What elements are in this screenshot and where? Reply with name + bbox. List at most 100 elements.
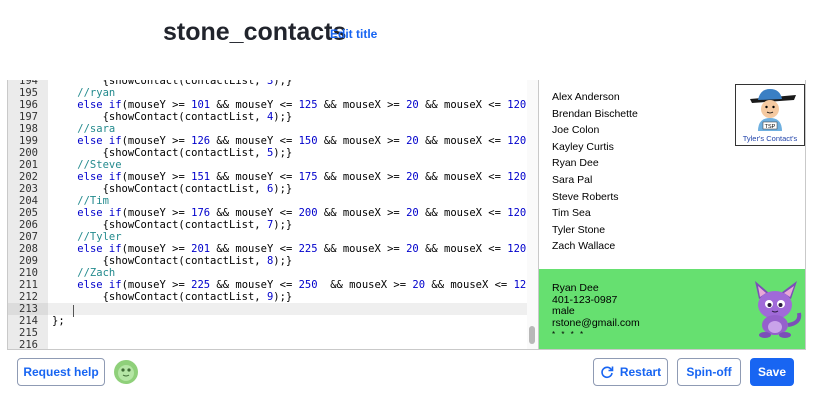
code-line[interactable]: 201 //Steve <box>8 159 528 171</box>
line-number: 200 <box>19 147 38 159</box>
code-line[interactable]: 206 {showContact(contactList, 7);} <box>8 219 528 231</box>
code-line[interactable]: 212 {showContact(contactList, 9);} <box>8 291 528 303</box>
code-text: {showContact(contactList, 4);} <box>52 111 293 123</box>
code-text: //Zach <box>52 267 116 279</box>
line-number: 211 <box>19 279 38 291</box>
line-number: 196 <box>19 99 38 111</box>
restart-button[interactable]: Restart <box>593 358 668 386</box>
contact-detail-text: Ryan Dee 401-123-0987 male rstone@gmail.… <box>552 282 640 341</box>
contact-item[interactable]: Ryan Dee <box>552 155 638 172</box>
code-line[interactable]: 215 <box>8 327 528 339</box>
contact-item[interactable]: Zach Wallace <box>552 238 638 255</box>
editor-scrollbar-thumb[interactable] <box>529 326 535 344</box>
code-line[interactable]: 202 else if(mouseY >= 151 && mouseY <= 1… <box>8 171 533 183</box>
code-line[interactable]: 214}; <box>8 315 528 327</box>
code-line[interactable]: 204 //Tim <box>8 195 528 207</box>
code-text: {showContact(contactList, 3);} <box>52 80 293 87</box>
code-text: //sara <box>52 123 116 135</box>
request-help-button[interactable]: Request help <box>17 358 105 386</box>
code-text: //Tyler <box>52 231 122 243</box>
contact-item[interactable]: Sara Pal <box>552 172 638 189</box>
contact-detail-panel: Ryan Dee 401-123-0987 male rstone@gmail.… <box>539 269 805 349</box>
spin-off-button[interactable]: Spin-off <box>677 358 741 386</box>
code-line[interactable]: 196 else if(mouseY >= 101 && mouseY <= 1… <box>8 99 533 111</box>
line-number: 215 <box>19 327 38 339</box>
contact-item[interactable]: Steve Roberts <box>552 189 638 206</box>
code-line[interactable]: 200 {showContact(contactList, 5);} <box>8 147 528 159</box>
code-text: else if(mouseY >= 176 && mouseY <= 200 &… <box>77 207 532 219</box>
code-text: else if(mouseY >= 225 && mouseY <= 250 &… <box>77 279 538 291</box>
detail-rating-stars: * * * * <box>552 330 586 339</box>
contact-item[interactable]: Joe Colon <box>552 122 638 139</box>
header: stone_contacts Edit title <box>0 0 820 80</box>
code-line[interactable]: 194 {showContact(contactList, 3);} <box>8 80 528 87</box>
line-number: 202 <box>19 171 38 183</box>
code-text: //Tim <box>52 195 109 207</box>
contacts-badge: TSP Tyler's Contact's <box>735 84 805 146</box>
editor-frame: 194 {showContact(contactList, 3);} 195 //… <box>7 80 806 350</box>
line-number: 204 <box>19 195 38 207</box>
code-line[interactable]: 213 <box>8 303 528 315</box>
code-line[interactable]: 197 {showContact(contactList, 4);} <box>8 111 528 123</box>
code-text: {showContact(contactList, 9);} <box>52 291 293 303</box>
purple-creature-icon <box>755 281 802 338</box>
line-number: 210 <box>19 267 38 279</box>
contact-item[interactable]: Tyler Stone <box>552 222 638 239</box>
line-number: 194 <box>19 80 38 87</box>
line-number: 199 <box>19 135 38 147</box>
code-text: else if(mouseY >= 126 && mouseY <= 150 &… <box>77 135 532 147</box>
code-line[interactable]: 216 <box>8 339 528 350</box>
code-line[interactable]: 209 {showContact(contactList, 8);} <box>8 255 528 267</box>
line-number: 205 <box>19 207 38 219</box>
cartoon-avatar-icon: TSP <box>750 89 796 131</box>
code-line[interactable]: 203 {showContact(contactList, 6);} <box>8 183 528 195</box>
line-number: 201 <box>19 159 38 171</box>
line-number: 198 <box>19 123 38 135</box>
restart-icon <box>601 366 614 379</box>
line-number: 209 <box>19 255 38 267</box>
line-number: 206 <box>19 219 38 231</box>
line-number: 195 <box>19 87 38 99</box>
line-number: 213 <box>8 303 48 315</box>
contact-item[interactable]: Alex Anderson <box>552 89 638 106</box>
contact-item[interactable]: Brendan Bischette <box>552 106 638 123</box>
code-text: {showContact(contactList, 8);} <box>52 255 293 267</box>
code-line[interactable]: 195 //ryan <box>8 87 528 99</box>
code-text: {showContact(contactList, 7);} <box>52 219 293 231</box>
line-number: 197 <box>19 111 38 123</box>
code-text: else if(mouseY >= 151 && mouseY <= 175 &… <box>77 171 532 183</box>
line-number: 208 <box>19 243 38 255</box>
code-line[interactable]: 205 else if(mouseY >= 176 && mouseY <= 2… <box>8 207 533 219</box>
detail-gender: male <box>552 305 575 317</box>
line-number: 216 <box>19 339 38 350</box>
badge-caption: Tyler's Contact's <box>742 134 798 143</box>
code-line[interactable]: 207 //Tyler <box>8 231 528 243</box>
code-text: //Steve <box>52 159 122 171</box>
edit-title-link[interactable]: Edit title <box>330 27 377 41</box>
program-output-canvas[interactable]: Alex Anderson Brendan Bischette Joe Colo… <box>538 80 805 349</box>
avatar[interactable] <box>113 359 139 385</box>
line-number: 203 <box>19 183 38 195</box>
line-number: 212 <box>19 291 38 303</box>
line-number: 214 <box>19 315 38 327</box>
contact-list: Alex Anderson Brendan Bischette Joe Colo… <box>552 89 638 255</box>
code-line[interactable]: 198 //sara <box>8 123 528 135</box>
code-text: }; <box>52 315 65 327</box>
code-editor[interactable]: 194 {showContact(contactList, 3);} 195 //… <box>8 80 538 350</box>
code-line[interactable]: 210 //Zach <box>8 267 528 279</box>
detail-name: Ryan Dee <box>552 282 599 294</box>
editor-scrollbar[interactable] <box>527 80 538 349</box>
detail-email: rstone@gmail.com <box>552 316 640 329</box>
svg-text:TSP: TSP <box>765 124 776 130</box>
contact-item[interactable]: Tim Sea <box>552 205 638 222</box>
code-line[interactable]: 211 else if(mouseY >= 225 && mouseY <= 2… <box>8 279 538 291</box>
restart-label: Restart <box>619 365 662 379</box>
code-text: {showContact(contactList, 6);} <box>52 183 293 195</box>
contact-item[interactable]: Kayley Curtis <box>552 139 638 156</box>
code-line[interactable]: 199 else if(mouseY >= 126 && mouseY <= 1… <box>8 135 533 147</box>
page-title: stone_contacts <box>163 18 347 46</box>
bottom-toolbar: Request help Restart Spin-off Save <box>7 350 806 394</box>
code-line[interactable]: 208 else if(mouseY >= 201 && mouseY <= 2… <box>8 243 533 255</box>
save-button[interactable]: Save <box>750 358 794 386</box>
code-text: //ryan <box>52 87 116 99</box>
